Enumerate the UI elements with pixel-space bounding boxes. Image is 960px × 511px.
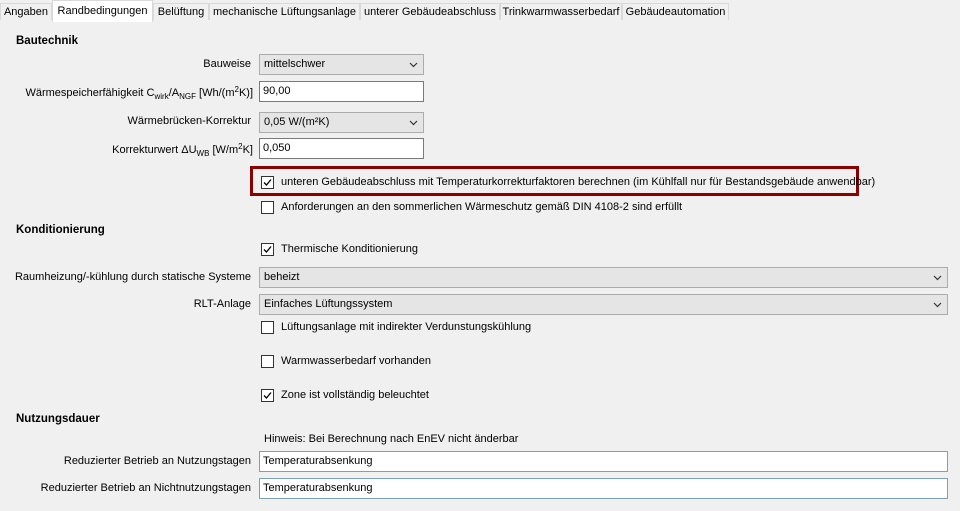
raumheizung-dropdown[interactable]: beheizt [259, 267, 948, 288]
section-bautechnik: Bautechnik [16, 35, 78, 47]
checkbox-box [261, 321, 274, 334]
section-konditionierung: Konditionierung [16, 224, 105, 236]
hinweis-text: Hinweis: Bei Berechnung nach EnEV nicht … [264, 433, 519, 445]
randbedingungen-panel: Bautechnik Bauweise mittelschwer Wärmesp… [0, 21, 960, 511]
waermebruecken-value: 0,05 W/(m²K) [264, 116, 330, 128]
tab-label: Trinkwarmwasserbedarf [502, 6, 620, 18]
checkbox-box [261, 176, 274, 189]
tab-label: Gebäudeautomation [625, 6, 726, 18]
tab-trinkwarmwasserbedarf[interactable]: Trinkwarmwasserbedarf [500, 3, 622, 20]
korrekturwert-label: Korrekturwert ΔUWB [W/m2K] [112, 142, 253, 158]
nutzungstage-value: Temperaturabsenkung [263, 455, 373, 467]
tab-label: unterer Gebäudeabschluss [363, 6, 497, 18]
nichtnutzungstage-field[interactable]: Temperaturabsenkung [259, 478, 948, 499]
checkbox-box [261, 201, 274, 214]
tab-label: Belüftung [157, 6, 205, 18]
tab-mechanische-lueftungsanlage[interactable]: mechanische Lüftungsanlage [209, 3, 360, 20]
raumheizung-value: beheizt [264, 271, 300, 283]
waermebruecken-label: Wärmebrücken-Korrektur [127, 115, 251, 127]
tab-label: mechanische Lüftungsanlage [212, 6, 357, 18]
bauweise-dropdown[interactable]: mittelschwer [259, 54, 424, 75]
bauweise-value: mittelschwer [264, 58, 326, 70]
thermische-konditionierung-label: Thermische Konditionierung [281, 243, 418, 255]
temperaturkorrektur-label: unteren Gebäudeabschluss mit Temperaturk… [281, 176, 876, 188]
raumheizung-label: Raumheizung/-kühlung durch statische Sys… [14, 271, 251, 283]
beleuchtet-label: Zone ist vollständig beleuchtet [281, 389, 429, 401]
tab-unterer-gebaeudeabschluss[interactable]: unterer Gebäudeabschluss [360, 3, 500, 20]
sommerlicher-waermeschutz-label: Anforderungen an den sommerlichen Wärmes… [281, 201, 683, 213]
nichtnutzungstage-value: Temperaturabsenkung [263, 482, 373, 494]
waermespeicher-value: 90,00 [263, 85, 291, 97]
waermebruecken-dropdown[interactable]: 0,05 W/(m²K) [259, 112, 424, 133]
nichtnutzungstage-label: Reduzierter Betrieb an Nichtnutzungstage… [40, 482, 251, 494]
rlt-anlage-dropdown[interactable]: Einfaches Lüftungssystem [259, 294, 948, 315]
bauweise-label: Bauweise [203, 58, 251, 70]
tab-angaben[interactable]: Angaben [0, 3, 52, 20]
chevron-down-icon [933, 275, 942, 281]
checkbox-box [261, 389, 274, 402]
waermespeicher-label: Wärmespeicherfähigkeit Cwirk/ANGF [Wh/(m… [25, 85, 253, 101]
checkbox-box [261, 243, 274, 256]
section-nutzungsdauer: Nutzungsdauer [16, 413, 100, 425]
nutzungstage-label: Reduzierter Betrieb an Nutzungstagen [63, 455, 251, 467]
nutzungstage-field[interactable]: Temperaturabsenkung [259, 451, 948, 472]
rlt-anlage-label: RLT-Anlage [193, 298, 251, 310]
warmwasserbedarf-label: Warmwasserbedarf vorhanden [281, 355, 431, 367]
korrekturwert-input[interactable]: 0,050 [259, 138, 424, 159]
verdunstungskuehlung-label: Lüftungsanlage mit indirekter Verdunstun… [281, 321, 532, 333]
tab-label: Angaben [3, 6, 49, 18]
checkmark-icon [263, 392, 272, 399]
checkbox-box [261, 355, 274, 368]
chevron-down-icon [409, 120, 418, 126]
checkmark-icon [263, 246, 272, 253]
chevron-down-icon [933, 302, 942, 308]
waermespeicher-input[interactable]: 90,00 [259, 81, 424, 102]
checkmark-icon [263, 179, 272, 186]
tab-randbedingungen[interactable]: Randbedingungen [52, 0, 153, 22]
chevron-down-icon [409, 62, 418, 68]
tab-gebaeudeautomation[interactable]: Gebäudeautomation [622, 3, 729, 20]
tab-belueftung[interactable]: Belüftung [153, 3, 209, 20]
korrekturwert-value: 0,050 [263, 142, 291, 154]
tab-label: Randbedingungen [57, 5, 148, 17]
rlt-anlage-value: Einfaches Lüftungssystem [264, 298, 393, 310]
tab-bar: Angaben Randbedingungen Belüftung mechan… [0, 0, 960, 22]
